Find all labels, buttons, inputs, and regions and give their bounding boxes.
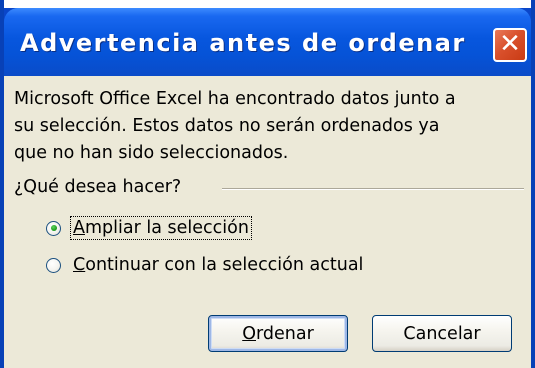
expand-selection-text: mpliar la selección [84,218,249,238]
option-continue-current-selection[interactable]: Continuar con la selección actual [46,252,365,278]
message-line: que no han sido seleccionados. [14,143,289,163]
desktop-background [4,0,531,8]
cancel-button-label: Cancelar [403,323,481,344]
continue-selection-hotkey: C [73,255,86,275]
dialog-title: Advertencia antes de ordenar [20,29,466,57]
sort-button-hotkey: O [242,323,256,344]
continue-selection-radio[interactable] [46,257,61,273]
expand-selection-hotkey: A [73,218,85,238]
cancel-button[interactable]: Cancelar [372,315,512,352]
expand-selection-label[interactable]: Ampliar la selección [70,216,252,240]
dialog-body: Microsoft Office Excel ha encontrado dat… [4,76,531,368]
options-group-label: ¿Qué desea hacer? [14,177,182,197]
sort-button[interactable]: Ordenar [208,315,348,352]
continue-selection-label[interactable]: Continuar con la selección actual [71,254,365,276]
expand-selection-radio[interactable] [46,220,61,236]
continue-selection-text: ontinuar con la selección actual [85,255,364,275]
warning-message: Microsoft Office Excel ha encontrado dat… [14,86,524,167]
sort-button-label: rdenar [256,323,314,344]
close-icon: ✕ [499,29,521,59]
dialog-window: Advertencia antes de ordenar ✕ Microsoft… [0,0,535,368]
close-button[interactable]: ✕ [493,28,527,62]
message-line: Microsoft Office Excel ha encontrado dat… [14,89,456,109]
message-line: su selección. Estos datos no serán orden… [14,116,440,136]
title-bar[interactable]: Advertencia antes de ordenar ✕ [4,8,531,76]
option-expand-selection[interactable]: Ampliar la selección [46,215,252,241]
group-divider [222,188,524,190]
